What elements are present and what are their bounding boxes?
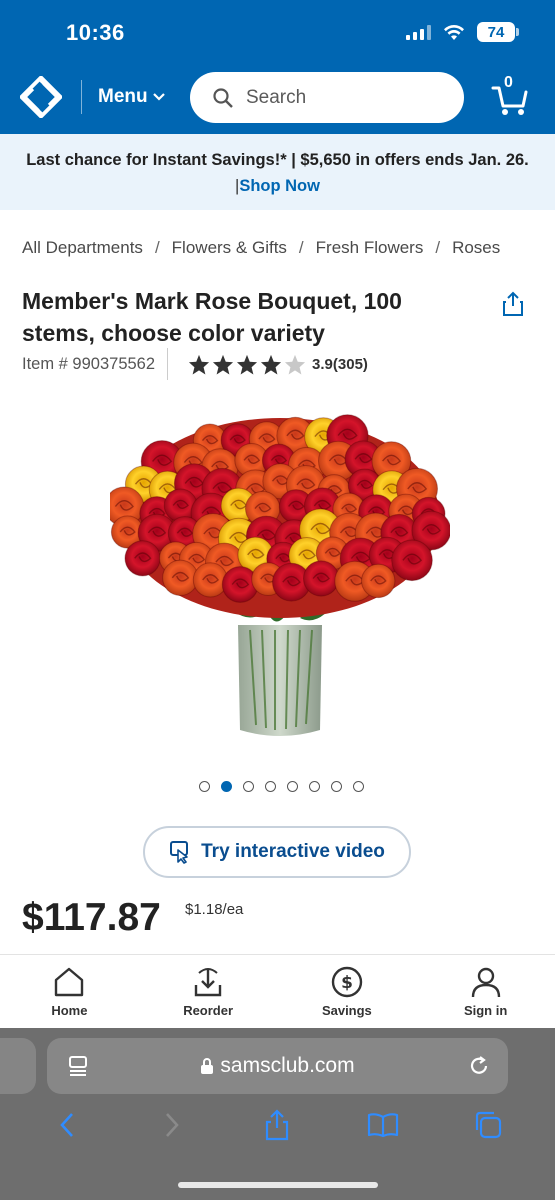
- chevron-right-icon: [166, 1113, 179, 1137]
- item-number: Item # 990375562: [22, 354, 156, 373]
- promo-text: Last chance for Instant Savings!* | $5,6…: [26, 151, 529, 169]
- breadcrumb-item-fresh-flowers[interactable]: Fresh Flowers: [316, 238, 424, 258]
- menu-button[interactable]: Menu: [98, 86, 166, 108]
- breadcrumb-item-flowers-gifts[interactable]: Flowers & Gifts: [172, 238, 287, 258]
- tabs-icon: [476, 1111, 502, 1139]
- video-button-label: Try interactive video: [201, 841, 385, 862]
- carousel-dot[interactable]: [199, 781, 210, 792]
- chevron-down-icon: [152, 93, 165, 101]
- cart-count-badge: 0: [504, 74, 513, 91]
- promo-banner: Last chance for Instant Savings!* | $5,6…: [0, 134, 555, 210]
- cellular-signal-icon: [406, 24, 431, 40]
- reorder-icon: [194, 968, 222, 997]
- browser-actions: [0, 1108, 555, 1142]
- menu-label: Menu: [98, 86, 148, 107]
- image-carousel-dots: [199, 781, 364, 792]
- address-bar[interactable]: samsclub.com: [47, 1038, 508, 1094]
- reload-icon[interactable]: [468, 1054, 490, 1078]
- share-icon[interactable]: [501, 291, 525, 317]
- header-divider: [81, 80, 82, 114]
- star-icon: [212, 354, 234, 375]
- carousel-dot[interactable]: [265, 781, 276, 792]
- nav-sign-in-label: Sign in: [463, 1003, 508, 1018]
- nav-reorder-label: Reorder: [183, 1003, 234, 1018]
- svg-text:$: $: [341, 973, 353, 993]
- carousel-dot[interactable]: [221, 781, 232, 792]
- home-indicator: [178, 1182, 378, 1188]
- search-placeholder: Search: [246, 86, 307, 108]
- try-interactive-video-button[interactable]: Try interactive video: [143, 826, 411, 878]
- carousel-dot[interactable]: [331, 781, 342, 792]
- breadcrumb-item-roses[interactable]: Roses: [452, 238, 500, 258]
- chevron-left-icon: [59, 1113, 73, 1137]
- nav-savings[interactable]: $ Savings: [278, 955, 417, 1028]
- search-input[interactable]: Search: [190, 72, 464, 123]
- product-image[interactable]: [110, 400, 450, 750]
- unit-price: $1.18/ea: [185, 901, 244, 918]
- wifi-icon: [444, 24, 464, 40]
- url-text: samsclub.com: [220, 1054, 355, 1077]
- breadcrumb-separator: /: [435, 238, 441, 257]
- back-button[interactable]: [50, 1108, 84, 1142]
- savings-icon: $: [331, 966, 363, 998]
- item-rating-row: Item # 990375562 3.9(305): [22, 348, 368, 380]
- star-icon: [260, 354, 282, 375]
- share-button[interactable]: [260, 1108, 294, 1142]
- shop-now-link[interactable]: Shop Now: [239, 177, 320, 195]
- status-icons: 74: [406, 22, 519, 42]
- breadcrumb-separator: /: [154, 238, 160, 257]
- product-price: $117.87: [22, 896, 161, 939]
- nav-home[interactable]: Home: [0, 955, 139, 1028]
- lock-icon: [201, 1058, 214, 1074]
- forward-button[interactable]: [155, 1108, 189, 1142]
- search-icon: [213, 87, 233, 108]
- breadcrumb: All Departments / Flowers & Gifts / Fresh …: [22, 238, 500, 258]
- nav-home-label: Home: [51, 1003, 88, 1018]
- carousel-dot[interactable]: [287, 781, 298, 792]
- star-icon: [284, 354, 306, 375]
- battery-icon: 74: [477, 22, 519, 42]
- rating-stars[interactable]: [188, 354, 306, 375]
- status-time: 10:36: [66, 20, 125, 45]
- carousel-dot[interactable]: [353, 781, 364, 792]
- item-divider: [167, 348, 169, 380]
- nav-sign-in[interactable]: Sign in: [416, 955, 555, 1028]
- breadcrumb-item-all-departments[interactable]: All Departments: [22, 238, 143, 258]
- tabs-button[interactable]: [471, 1108, 505, 1142]
- previous-tab-peek[interactable]: [0, 1038, 36, 1094]
- user-icon: [471, 967, 500, 998]
- product-title: Member's Mark Rose Bouquet, 100 stems, c…: [22, 288, 402, 346]
- rating-text[interactable]: 3.9(305): [312, 356, 368, 373]
- nav-reorder[interactable]: Reorder: [139, 955, 278, 1028]
- home-icon: [55, 967, 84, 997]
- browser-toolbar: samsclub.com: [0, 1028, 555, 1200]
- breadcrumb-separator: /: [298, 238, 304, 257]
- interactive-video-icon: [170, 841, 189, 864]
- sams-club-logo-icon[interactable]: [20, 76, 62, 118]
- carousel-dot[interactable]: [309, 781, 320, 792]
- star-icon: [188, 354, 210, 375]
- star-icon: [236, 354, 258, 375]
- bookmarks-button[interactable]: [366, 1108, 400, 1142]
- share-icon: [266, 1109, 289, 1141]
- nav-savings-label: Savings: [321, 1003, 372, 1018]
- page-menu-icon[interactable]: [67, 1054, 89, 1078]
- carousel-dot[interactable]: [243, 781, 254, 792]
- bottom-navigation: Home Reorder $ Savings Sign in: [0, 954, 555, 1028]
- book-icon: [367, 1113, 398, 1138]
